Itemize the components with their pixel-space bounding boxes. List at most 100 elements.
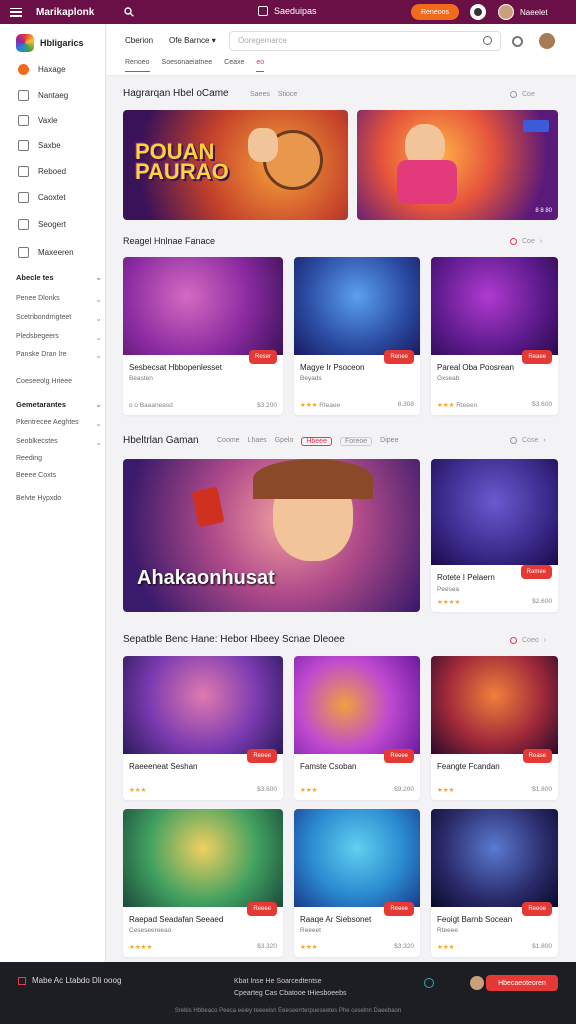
sidebar-item-label: Seogert (38, 220, 67, 229)
sidebar-subitem[interactable]: Belvte Hypxdo (16, 495, 102, 502)
sidebar: Hbligarics Haxage Nantaeg Vaxle Saxbe Re… (0, 24, 106, 962)
sidebar-item-label: Saxbe (38, 141, 61, 150)
menu-icon[interactable] (10, 7, 22, 17)
section-see-all[interactable]: Coe (510, 91, 535, 98)
play-badge[interactable]: Reeoe (522, 902, 552, 916)
section-see-all[interactable]: Cose › (510, 437, 546, 444)
sidebar-group[interactable]: Gemetarantes ⌄ (16, 400, 102, 409)
star-icons: ★★★ (437, 944, 455, 951)
game-meta: ★★★ $9.200 (300, 786, 414, 794)
avatar[interactable] (539, 33, 555, 49)
subitem-label: Beeee Coxts (16, 472, 57, 479)
sidebar-subitem[interactable]: Scetribondrrigteet ⌄ (16, 314, 102, 323)
search-icon[interactable] (124, 7, 134, 17)
footer-link[interactable]: Kbat Inse He Soarcedtentse (234, 976, 346, 988)
game-price: $3.320 (257, 943, 277, 950)
section-see-all[interactable]: Coe › (510, 238, 542, 245)
play-badge[interactable]: Reeee (247, 749, 277, 763)
notification-icon[interactable] (470, 4, 486, 20)
tab-0[interactable]: Renoeo (125, 59, 150, 72)
sidebar-logo[interactable]: Hbligarics (16, 34, 84, 52)
game-title: Raepad Seadafan Seeaed (129, 915, 224, 924)
sidebar-subitem[interactable]: Pkentrecee Aeghtes ⌄ (16, 419, 102, 428)
sidebar-item-2[interactable]: Vaxle (18, 115, 57, 126)
game-card[interactable]: Reser Sesbecsat Hbbopenlesset Beasten o … (123, 257, 283, 415)
sidebar-subitem[interactable]: Penee Dlonks ⌄ (16, 295, 102, 304)
game-card[interactable]: Reeee Famste Csoban ★★★ $9.200 (294, 656, 420, 800)
sidebar-subitem[interactable]: Pledsbegeers ⌄ (16, 333, 102, 342)
globe-icon[interactable] (424, 978, 434, 988)
play-badge[interactable]: Reeee (384, 902, 414, 916)
card-item (191, 486, 225, 528)
sort-select[interactable]: Ofe Barnce ▾ (169, 36, 216, 45)
play-badge[interactable]: Ramee (520, 565, 552, 579)
section-tag[interactable]: Coome (217, 437, 240, 446)
sidebar-subitem[interactable]: Reeding (16, 455, 102, 462)
tab-2[interactable]: Ceaxe (224, 59, 244, 72)
user-menu[interactable]: Naeelet (498, 4, 548, 20)
section-tag[interactable]: Dipee (380, 437, 398, 446)
game-card[interactable]: Reeee Raaqe Ar Siebsonet Reeeet ★★★ $3.32… (294, 809, 420, 957)
footer-button[interactable]: Hbecaeoteoren (486, 975, 558, 991)
star-icons: ★★★ (437, 787, 455, 794)
chevron-down-icon: ⌄ (95, 400, 102, 409)
game-card[interactable]: Renee Magye Ir Psoceon Beyads ★★★ Rteaee… (294, 257, 420, 415)
section-tag[interactable]: Gpelo (275, 437, 294, 446)
game-card[interactable]: Reeoe Feoigt Barnb Socean Rteeee ★★★ $1.8… (431, 809, 558, 957)
sidebar-subitem[interactable]: Panske Dran Ire ⌄ (16, 351, 102, 360)
banner-2[interactable]: 8 8 80 (357, 110, 558, 220)
play-badge[interactable]: Reser (248, 350, 277, 364)
section-see-all[interactable]: Coeo › (510, 637, 546, 644)
sidebar-item-label: Haxage (38, 65, 66, 74)
sidebar-subitem[interactable]: Coeseeolg Hrieee (16, 378, 102, 385)
tab-1[interactable]: Soesonaeiatnee (162, 59, 213, 72)
game-card[interactable]: Reeee Raepad Seadafan Seeaed Ceseseereea… (123, 809, 283, 957)
game-card[interactable]: Ramee Rotete I Pelaern Peesea ★★★★ $2.600 (431, 459, 558, 612)
chevron-down-icon: ⌄ (95, 438, 102, 447)
sidebar-item-0[interactable]: Haxage (18, 64, 66, 75)
game-card[interactable]: Reaee Pareal Oba Poosrean Gxseab ★★★ Rte… (431, 257, 558, 415)
center-menu[interactable]: Saeduipas (258, 6, 317, 16)
featured-banner[interactable]: Ahakaonhusat (123, 459, 420, 612)
section-tag[interactable]: Hbeee (301, 437, 332, 446)
cta-button[interactable]: Reneoos (411, 4, 459, 20)
play-badge[interactable]: Renee (384, 350, 414, 364)
character-body (397, 160, 457, 204)
sidebar-item-1[interactable]: Nantaeg (18, 90, 68, 101)
home-icon (18, 64, 29, 75)
footer-link[interactable]: Cpearteg Cas Cbatooe tHiesboeebs (234, 988, 346, 1000)
avatar[interactable] (470, 976, 484, 990)
sidebar-item-label: Nantaeg (38, 91, 69, 100)
subitem-label: Coeseeolg Hrieee (16, 378, 73, 385)
sidebar-item-5[interactable]: Caoxtet (18, 192, 66, 203)
banner-title: Ahakaonhusat (137, 567, 275, 589)
section-tag[interactable]: Saees (250, 91, 270, 98)
game-thumbnail (431, 809, 558, 907)
sidebar-subitem[interactable]: Seoblkecstes ⌄ (16, 438, 102, 447)
sidebar-item-6[interactable]: Seogert (18, 219, 66, 230)
category-select[interactable]: Cberion (125, 36, 153, 45)
sidebar-group[interactable]: Abecle tes ⌄ (16, 273, 102, 282)
section-tag[interactable]: Stioce (278, 91, 297, 98)
sidebar-item-7[interactable]: Maxeeren (18, 247, 74, 258)
folder-icon (18, 219, 29, 230)
sidebar-item-4[interactable]: Reboed (18, 166, 66, 177)
game-card[interactable]: Reeee Raeeeneat Seshan ★★★ $3.600 (123, 656, 283, 800)
game-price: $3.200 (257, 402, 277, 409)
play-badge[interactable]: Reeee (384, 749, 414, 763)
play-badge[interactable]: Reeee (247, 902, 277, 916)
game-title: Feoigt Barnb Socean (437, 915, 513, 924)
section-tag[interactable]: Foreoe (339, 437, 373, 446)
sidebar-subitem[interactable]: Beeee Coxts (16, 472, 102, 479)
section-tag[interactable]: Lhaes (248, 437, 267, 446)
game-card[interactable]: Rease Feangte Fcandan ★★★ $1.800 (431, 656, 558, 800)
search-input[interactable]: Ooregemarce (229, 31, 501, 51)
banner-1[interactable]: POUAN PAURAO (123, 110, 348, 220)
play-badge[interactable]: Reaee (522, 350, 552, 364)
play-badge[interactable]: Rease (522, 749, 552, 763)
settings-icon[interactable] (512, 36, 523, 47)
tab-3[interactable]: eo (256, 59, 265, 72)
sidebar-item-3[interactable]: Saxbe (18, 140, 61, 151)
game-title: Sesbecsat Hbbopenlesset (129, 363, 222, 372)
user-name: Naeelet (520, 7, 548, 17)
